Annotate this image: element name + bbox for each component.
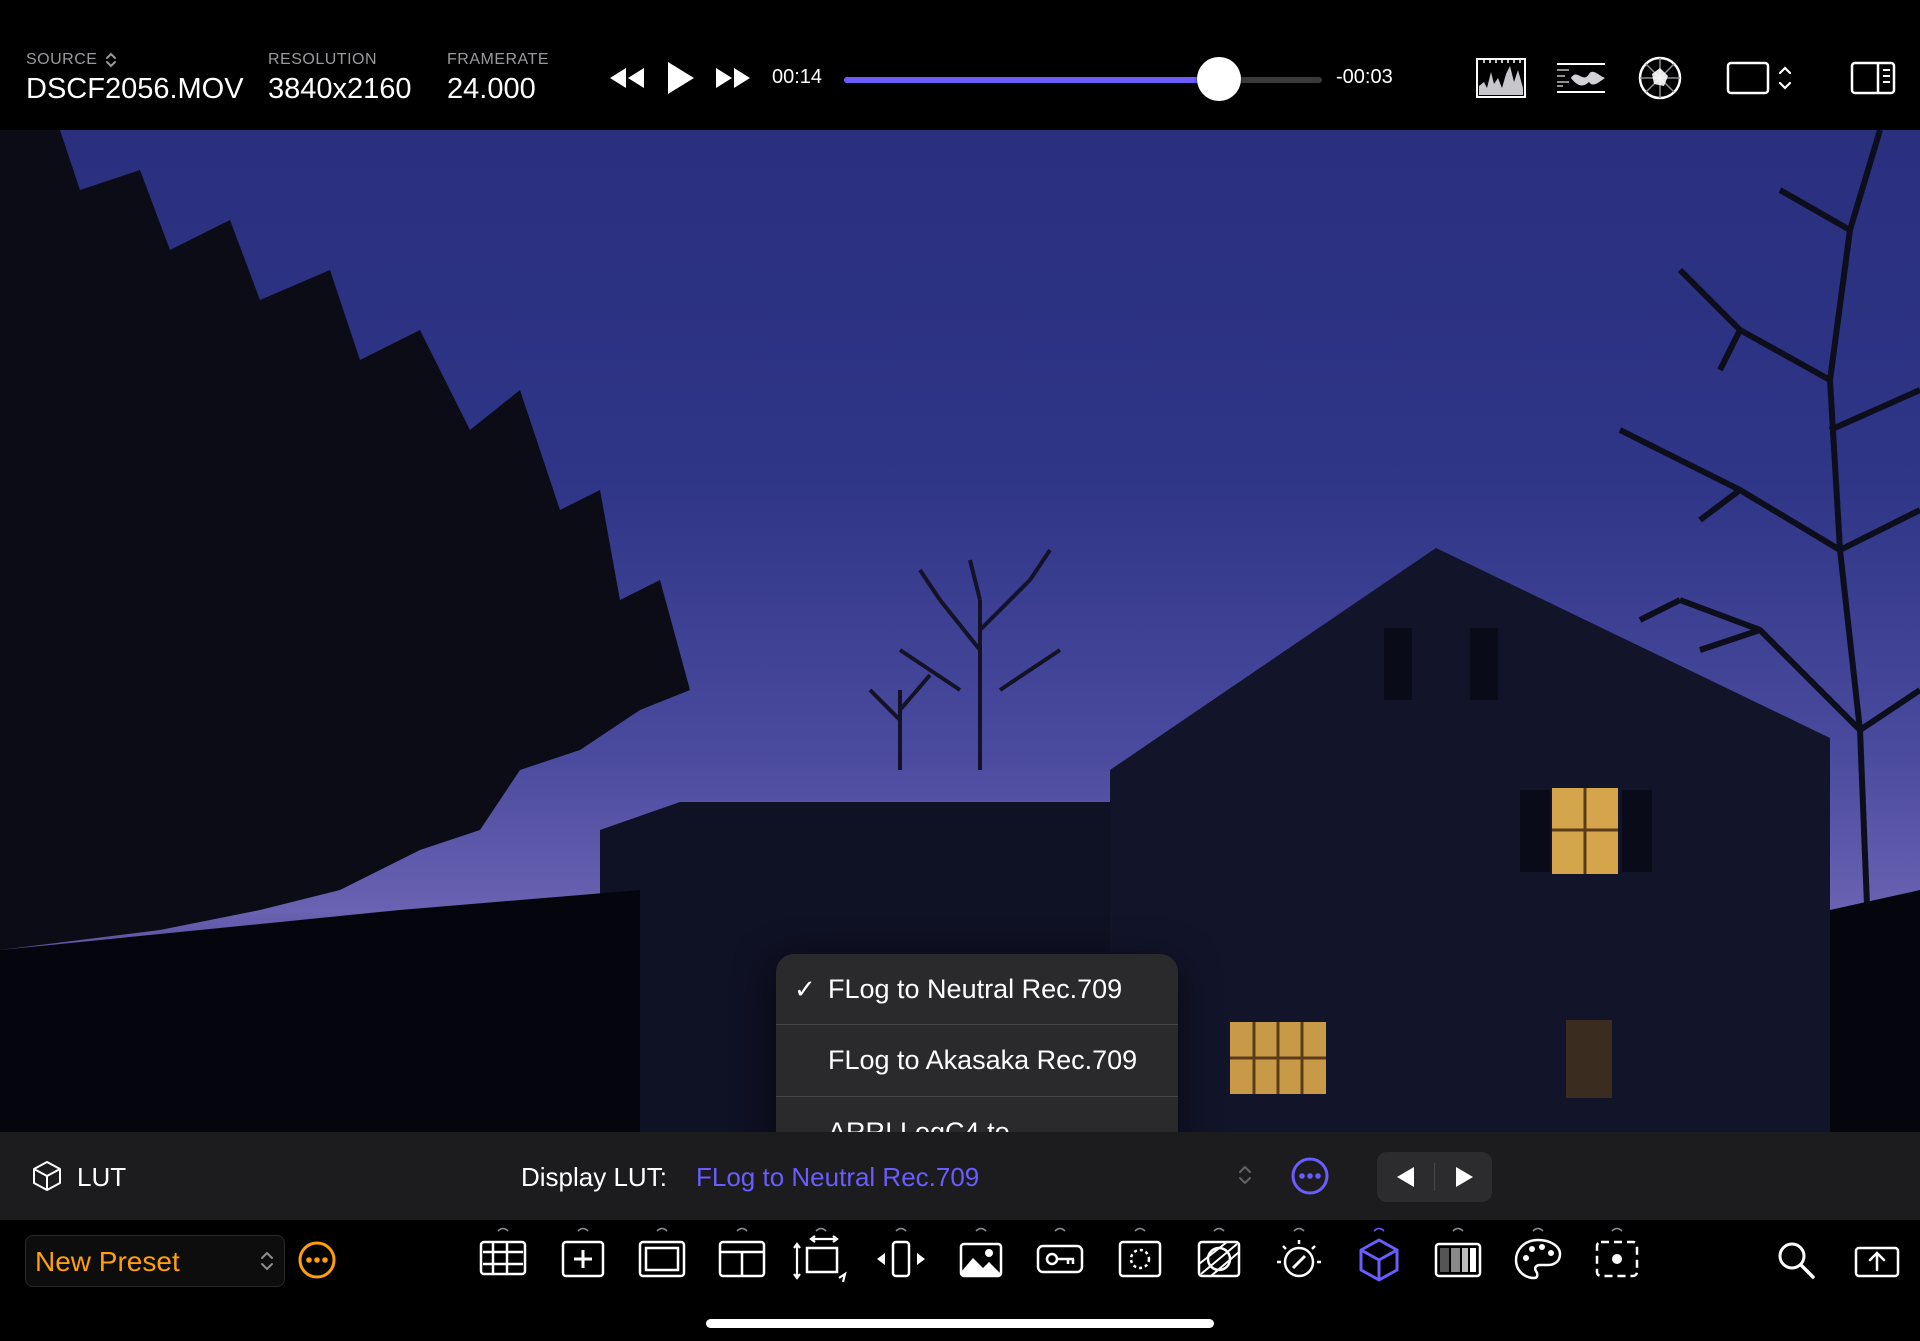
layout-icon (718, 1240, 766, 1278)
histogram-icon (1476, 58, 1526, 98)
checkmark-icon: ✓ (794, 973, 816, 1004)
waveform-icon (1557, 63, 1605, 93)
false-color-button[interactable] (1191, 1232, 1247, 1288)
image-overlay-button[interactable] (953, 1232, 1009, 1288)
add-frame-icon (561, 1240, 605, 1278)
vectorscope-icon (1638, 56, 1682, 100)
export-button[interactable] (1854, 1242, 1900, 1278)
safe-area-button[interactable] (1112, 1232, 1168, 1288)
grid-overlay-button[interactable] (475, 1232, 531, 1288)
resolution-value: 3840x2160 (268, 73, 412, 105)
display-lut-chevron-icon[interactable] (1238, 1162, 1252, 1188)
resolution-label: RESOLUTION (268, 51, 378, 68)
elapsed-time: 00:14 (772, 66, 823, 88)
lut-cube-icon (1359, 1238, 1399, 1282)
key-button[interactable] (1032, 1232, 1088, 1288)
play-button[interactable] (660, 52, 700, 104)
lut-more-button[interactable] (1290, 1156, 1330, 1196)
video-viewer[interactable]: ✓ FLog to Neutral Rec.709 FLog to Akasaka … (0, 130, 1920, 1132)
aspect-menu-button[interactable] (1726, 52, 1798, 104)
triangle-right-icon (1455, 1167, 1473, 1187)
source-filename: DSCF2056.MOV (26, 73, 244, 105)
resize-icon (793, 1235, 847, 1283)
add-frame-button[interactable] (555, 1232, 611, 1288)
lut-menu-item[interactable]: FLog to Akasaka Rec.709 (776, 1024, 1178, 1096)
color-button[interactable] (1510, 1232, 1566, 1288)
gradient-icon (1434, 1242, 1482, 1278)
layout-button[interactable] (714, 1232, 770, 1288)
palette-icon (1514, 1238, 1562, 1280)
previous-lut-button[interactable] (1377, 1152, 1434, 1202)
rewind-button[interactable] (606, 52, 648, 104)
frame-lines-button[interactable] (634, 1232, 690, 1288)
chevron-updown-icon[interactable] (105, 51, 117, 69)
lut-menu-item[interactable]: ARRI LogC4 toRec709-D65 (776, 1096, 1178, 1132)
playback-scrubber[interactable] (844, 57, 1322, 101)
preset-ellipsis-icon (298, 1241, 336, 1279)
framerate-info: FRAMERATE 24.000 (447, 50, 549, 106)
zebra-button[interactable] (1430, 1232, 1486, 1288)
home-indicator (706, 1319, 1214, 1328)
scrubber-knob[interactable] (1197, 57, 1242, 101)
lut-menu-item-label: FLog to Akasaka Rec.709 (828, 1043, 1137, 1078)
framerate-value: 24.000 (447, 73, 536, 105)
lut-menu-item-line: ARRI LogC4 to (828, 1117, 1010, 1132)
frame-aspect-icon (1726, 61, 1792, 95)
lut-panel-title: LUT (77, 1162, 127, 1192)
sidebar-toggle-button[interactable] (1850, 52, 1896, 104)
rewind-icon (610, 68, 644, 88)
lut-menu-item-label: ARRI LogC4 toRec709-D65 (828, 1115, 1010, 1132)
lut-menu-item-label: FLog to Neutral Rec.709 (828, 972, 1122, 1007)
vectorscope-button[interactable] (1636, 52, 1684, 104)
dashed-circle-icon (1118, 1240, 1162, 1278)
preset-selector[interactable]: New Preset (25, 1235, 285, 1287)
false-color-icon (1197, 1240, 1241, 1278)
triangle-left-icon (1396, 1167, 1414, 1187)
preset-name: New Preset (35, 1246, 180, 1277)
lut-cube-icon (32, 1160, 62, 1192)
exposure-icon (1277, 1240, 1321, 1278)
transform-button[interactable] (793, 1232, 849, 1288)
fast-forward-button[interactable] (712, 52, 754, 104)
frame-icon (638, 1240, 686, 1278)
top-bar: SOURCE DSCF2056.MOV RESOLUTION 3840x2160… (0, 0, 1920, 130)
resolution-info: RESOLUTION 3840x2160 (268, 50, 412, 106)
search-icon (1778, 1242, 1815, 1279)
lut-button[interactable] (1351, 1232, 1407, 1288)
sidebar-icon (1850, 61, 1896, 95)
aspect-flip-icon (877, 1240, 925, 1278)
key-icon (1036, 1244, 1084, 1274)
source-info[interactable]: SOURCE DSCF2056.MOV (26, 50, 244, 106)
waveform-button[interactable] (1554, 52, 1608, 104)
framerate-label: FRAMERATE (447, 51, 549, 68)
focus-peaking-button[interactable] (1589, 1232, 1645, 1288)
lut-menu-item-line: FLog to Akasaka Rec.709 (828, 1045, 1138, 1075)
display-lut-selector[interactable]: FLog to Neutral Rec.709 (696, 1162, 979, 1193)
focus-icon (1595, 1240, 1639, 1278)
source-label: SOURCE (26, 51, 98, 68)
image-icon (959, 1242, 1003, 1278)
scrubber-fill (844, 77, 1220, 83)
preset-more-button[interactable] (297, 1240, 337, 1280)
preset-chevron-icon (260, 1248, 274, 1274)
lut-panel: LUT Display LUT: FLog to Neutral Rec.709 (0, 1132, 1920, 1220)
lut-menu-item-line: FLog to Neutral Rec.709 (828, 973, 1123, 1004)
play-icon (668, 62, 694, 94)
fast-forward-icon (716, 68, 750, 88)
ellipsis-circle-icon (1291, 1157, 1329, 1195)
display-lut-label: Display LUT: (521, 1162, 667, 1192)
exposure-button[interactable] (1271, 1232, 1327, 1288)
grid-icon (479, 1240, 527, 1276)
lut-dropdown-menu: ✓ FLog to Neutral Rec.709 FLog to Akasaka … (776, 954, 1178, 1132)
next-lut-button[interactable] (1435, 1152, 1492, 1202)
histogram-button[interactable] (1474, 52, 1528, 104)
lut-stepper (1377, 1152, 1492, 1202)
desqueeze-button[interactable] (873, 1232, 929, 1288)
lut-menu-item[interactable]: ✓ FLog to Neutral Rec.709 (776, 954, 1178, 1024)
remaining-time: -00:03 (1336, 66, 1393, 88)
export-icon (1854, 1246, 1900, 1278)
search-button[interactable] (1776, 1240, 1816, 1280)
